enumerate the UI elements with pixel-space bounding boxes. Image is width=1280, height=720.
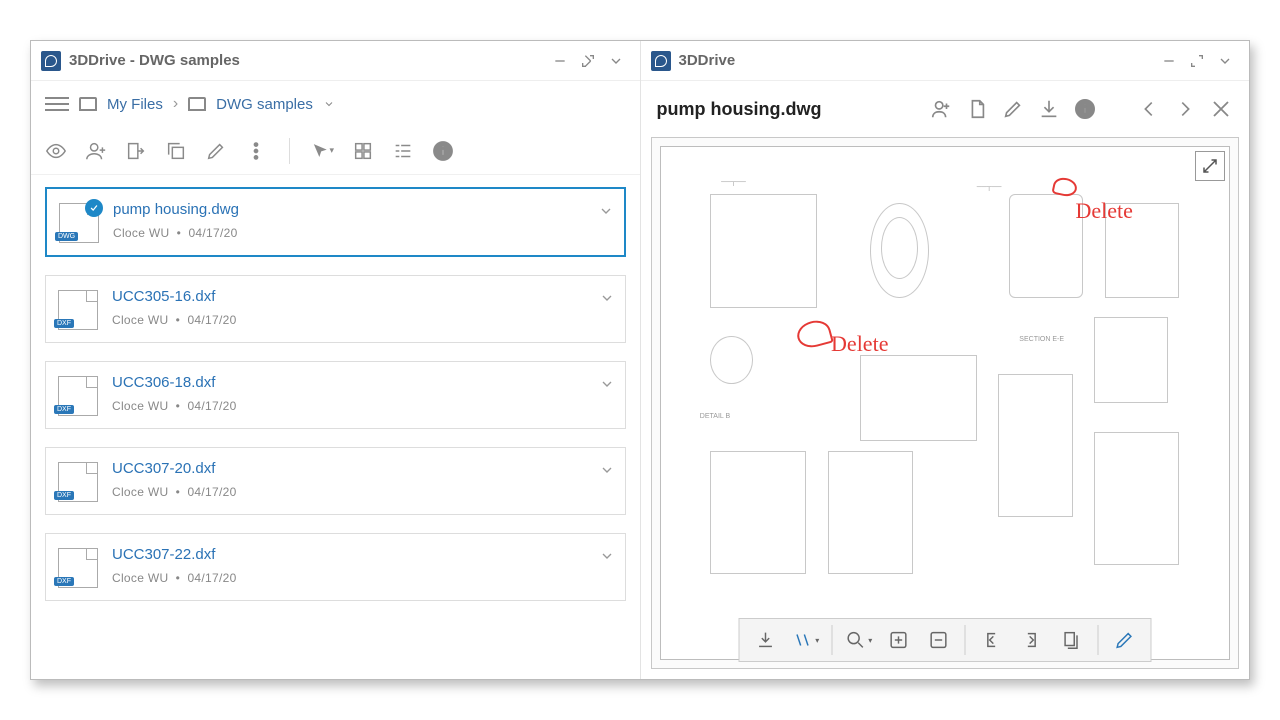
file-card[interactable]: DXF UCC305-16.dxf Cloce WU • 04/17/20 <box>45 275 626 343</box>
zoom-in-tool[interactable] <box>880 624 916 656</box>
file-meta: Cloce WU • 04/17/20 <box>112 313 613 327</box>
export-icon[interactable] <box>125 140 147 162</box>
info-icon[interactable] <box>432 140 454 162</box>
viewer-toolbar: ▾ ▾ <box>738 618 1151 662</box>
menu-icon[interactable] <box>45 97 69 111</box>
file-thumb: DXF <box>58 376 98 416</box>
folder-icon <box>188 97 206 111</box>
left-titlebar: 3DDrive - DWG samples <box>31 41 640 81</box>
collapse-button[interactable] <box>1211 47 1239 75</box>
viewer-header: pump housing.dwg <box>641 81 1250 137</box>
file-card[interactable]: DXF UCC307-22.dxf Cloce WU • 04/17/20 <box>45 533 626 601</box>
file-card[interactable]: DXF UCC306-18.dxf Cloce WU • 04/17/20 <box>45 361 626 429</box>
close-icon[interactable] <box>1209 97 1233 121</box>
annotate-tool[interactable] <box>1106 624 1142 656</box>
file-thumb: DXF <box>58 290 98 330</box>
add-user-icon[interactable] <box>85 140 107 162</box>
zoom-tool[interactable]: ▾ <box>840 624 876 656</box>
list-view-icon[interactable] <box>392 140 414 162</box>
sheets-tool[interactable] <box>1053 624 1089 656</box>
file-name: UCC305-16.dxf <box>112 288 613 307</box>
chevron-down-icon[interactable] <box>598 203 614 224</box>
prev-button[interactable] <box>1137 97 1161 121</box>
download-tool[interactable] <box>747 624 783 656</box>
app-icon <box>41 51 61 71</box>
file-card[interactable]: DXF UCC307-20.dxf Cloce WU • 04/17/20 <box>45 447 626 515</box>
left-title: 3DDrive - DWG samples <box>69 52 240 69</box>
file-name: UCC306-18.dxf <box>112 374 613 393</box>
file-meta: Cloce WU • 04/17/20 <box>112 571 613 585</box>
drawing-content: ──┬── ──┬── DETAIL B SECTION E-E <box>679 165 1212 641</box>
breadcrumb-row: My Files › DWG samples <box>31 81 640 127</box>
right-title: 3DDrive <box>679 52 736 69</box>
grid-view-icon[interactable] <box>352 140 374 162</box>
drive-icon <box>79 97 97 111</box>
chevron-down-icon[interactable] <box>599 290 615 311</box>
document-icon[interactable] <box>965 97 989 121</box>
popout-button[interactable] <box>574 47 602 75</box>
measure-tool[interactable]: ▾ <box>787 624 823 656</box>
download-icon[interactable] <box>1037 97 1061 121</box>
share-user-icon[interactable] <box>929 97 953 121</box>
select-icon[interactable]: ▾ <box>312 140 334 162</box>
file-browser-pane: 3DDrive - DWG samples My Files › DWG sam… <box>31 41 641 679</box>
file-thumb: DWG <box>59 203 99 243</box>
chevron-down-icon[interactable] <box>599 462 615 483</box>
file-thumb: DXF <box>58 548 98 588</box>
edit-icon[interactable] <box>205 140 227 162</box>
minimize-button[interactable] <box>546 47 574 75</box>
viewer-filename: pump housing.dwg <box>657 99 918 120</box>
info-icon[interactable] <box>1073 97 1097 121</box>
file-meta: Cloce WU • 04/17/20 <box>113 226 612 240</box>
zoom-out-tool[interactable] <box>920 624 956 656</box>
prev-sheet-tool[interactable] <box>973 624 1009 656</box>
preview-icon[interactable] <box>45 140 67 162</box>
more-icon[interactable] <box>245 140 267 162</box>
chevron-down-icon[interactable] <box>323 98 335 110</box>
breadcrumb-root[interactable]: My Files <box>107 96 163 113</box>
file-name: pump housing.dwg <box>113 201 612 220</box>
breadcrumb-separator: › <box>173 95 178 113</box>
file-toolbar: ▾ <box>31 127 640 175</box>
file-name: UCC307-22.dxf <box>112 546 613 565</box>
chevron-down-icon[interactable] <box>599 376 615 397</box>
next-sheet-tool[interactable] <box>1013 624 1049 656</box>
popout-button[interactable] <box>1183 47 1211 75</box>
file-meta: Cloce WU • 04/17/20 <box>112 485 613 499</box>
minimize-button[interactable] <box>1155 47 1183 75</box>
file-name: UCC307-20.dxf <box>112 460 613 479</box>
chevron-down-icon[interactable] <box>599 548 615 569</box>
copy-icon[interactable] <box>165 140 187 162</box>
app-icon <box>651 51 671 71</box>
next-button[interactable] <box>1173 97 1197 121</box>
file-meta: Cloce WU • 04/17/20 <box>112 399 613 413</box>
breadcrumb-current[interactable]: DWG samples <box>216 96 313 113</box>
file-thumb: DXF <box>58 462 98 502</box>
file-list[interactable]: DWGpump housing.dwgCloce WU • 04/17/20DX… <box>31 175 640 679</box>
right-titlebar: 3DDrive <box>641 41 1250 81</box>
file-card[interactable]: DWG pump housing.dwg Cloce WU • 04/17/20 <box>45 187 626 257</box>
edit-icon[interactable] <box>1001 97 1025 121</box>
collapse-button[interactable] <box>602 47 630 75</box>
viewer-pane: 3DDrive pump housing.dwg <box>641 41 1250 679</box>
viewer-canvas[interactable]: ──┬── ──┬── DETAIL B SECTION E-E Delete … <box>651 137 1240 669</box>
